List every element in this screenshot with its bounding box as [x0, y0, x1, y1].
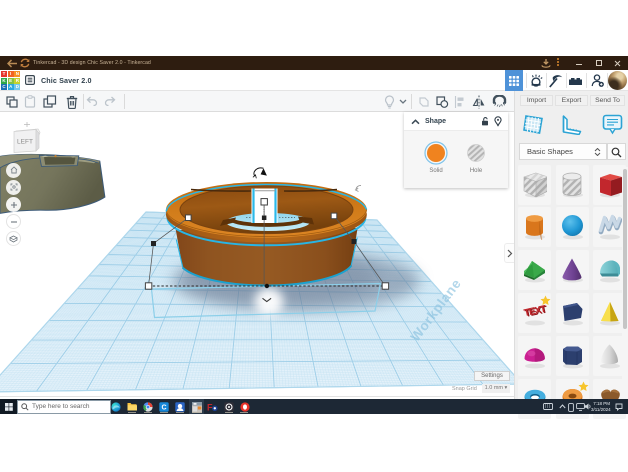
- svg-text:F: F: [207, 402, 213, 412]
- svg-text:LEFT: LEFT: [17, 139, 33, 146]
- svg-text:TEXT: TEXT: [523, 304, 547, 319]
- svg-text:C: C: [161, 404, 166, 411]
